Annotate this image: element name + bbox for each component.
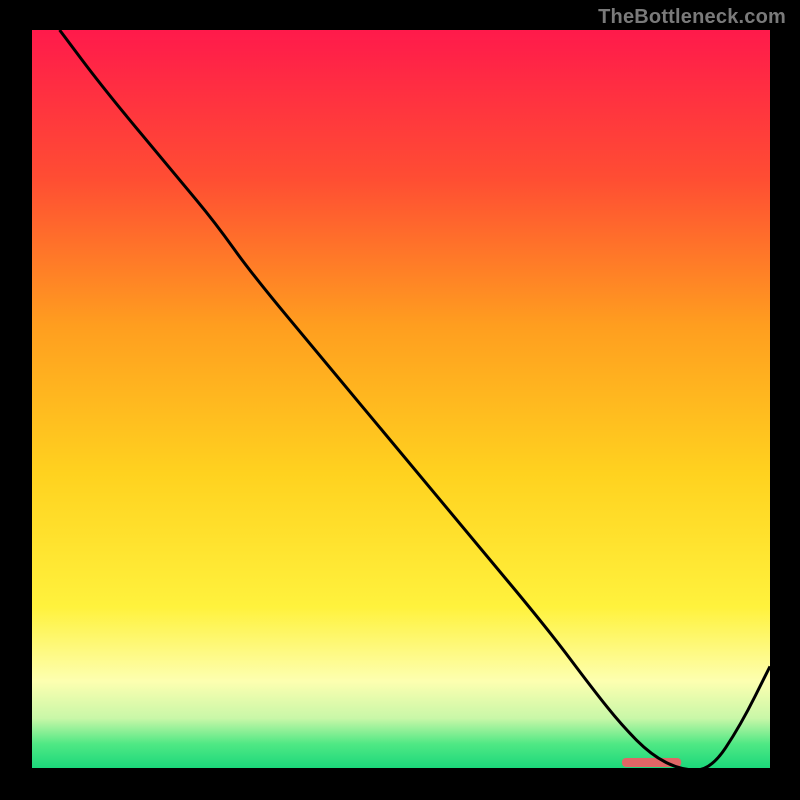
attribution-text: TheBottleneck.com xyxy=(598,6,786,29)
chart-container: TheBottleneck.com xyxy=(0,0,800,800)
chart-svg xyxy=(30,30,770,770)
gradient-background xyxy=(30,30,770,770)
plot-area xyxy=(30,30,770,770)
